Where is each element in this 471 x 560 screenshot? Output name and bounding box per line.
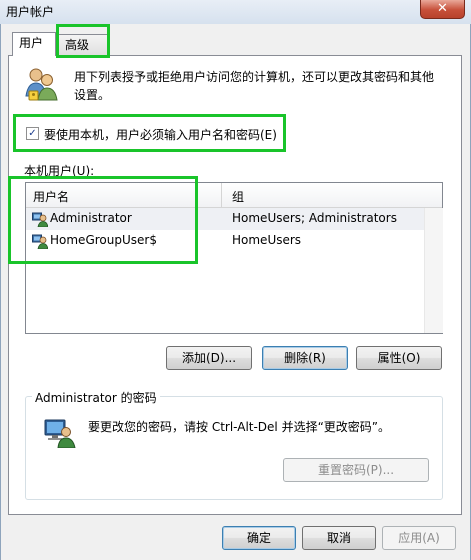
user-icon bbox=[32, 212, 48, 227]
user-group: HomeUsers; Administrators bbox=[232, 211, 397, 225]
require-login-label[interactable]: 要使用本机，用户必须输入用户名和密码(E) bbox=[44, 126, 277, 143]
add-user-button[interactable]: 添加(D)... bbox=[166, 346, 252, 370]
users-icon bbox=[25, 68, 58, 101]
reset-password-button[interactable]: 重置密码(P)... bbox=[283, 458, 429, 482]
properties-button[interactable]: 属性(O) bbox=[356, 346, 442, 370]
password-group-title: Administrator 的密码 bbox=[32, 389, 160, 406]
close-icon: ✕ bbox=[437, 1, 448, 16]
users-listview[interactable]: 用户名 组 Administrator HomeUsers; Administr… bbox=[25, 182, 443, 334]
column-header-username[interactable]: 用户名 bbox=[33, 188, 69, 205]
computer-user-icon bbox=[44, 419, 76, 448]
tab-advanced[interactable]: 高级 bbox=[58, 34, 108, 56]
ok-button[interactable]: 确定 bbox=[222, 526, 296, 550]
user-icon bbox=[32, 234, 48, 249]
password-groupbox bbox=[25, 396, 443, 500]
checkmark-icon: ✓ bbox=[28, 128, 37, 139]
window-title: 用户帐户 bbox=[6, 5, 55, 19]
user-name: Administrator bbox=[50, 211, 132, 225]
change-password-text: 要更改您的密码，请按 Ctrl-Alt-Del 并选择“更改密码”。 bbox=[88, 420, 391, 434]
listview-scrollbar[interactable] bbox=[424, 208, 443, 333]
require-login-checkbox[interactable]: ✓ bbox=[26, 127, 39, 140]
tab-users[interactable]: 用户 bbox=[12, 32, 56, 56]
remove-user-button[interactable]: 删除(R) bbox=[262, 346, 348, 370]
close-button[interactable]: ✕ bbox=[420, 0, 465, 19]
cancel-button[interactable]: 取消 bbox=[302, 526, 376, 550]
listview-header: 用户名 组 bbox=[26, 183, 442, 208]
intro-text: 用下列表授予或拒绝用户访问您的计算机，还可以更改其密码和其他设置。 bbox=[74, 70, 435, 102]
user-group: HomeUsers bbox=[232, 233, 302, 247]
table-row[interactable]: Administrator HomeUsers; Administrators bbox=[26, 208, 424, 230]
table-row[interactable]: HomeGroupUser$ HomeUsers bbox=[26, 230, 424, 252]
local-users-label: 本机用户(U): bbox=[24, 164, 95, 178]
column-header-group[interactable]: 组 bbox=[232, 188, 244, 205]
tab-advanced-label: 高级 bbox=[65, 38, 90, 52]
column-separator[interactable] bbox=[221, 183, 222, 207]
user-name: HomeGroupUser$ bbox=[50, 233, 157, 247]
title-bar bbox=[0, 0, 471, 24]
tab-users-label: 用户 bbox=[19, 36, 44, 50]
apply-button[interactable]: 应用(A) bbox=[382, 526, 456, 550]
